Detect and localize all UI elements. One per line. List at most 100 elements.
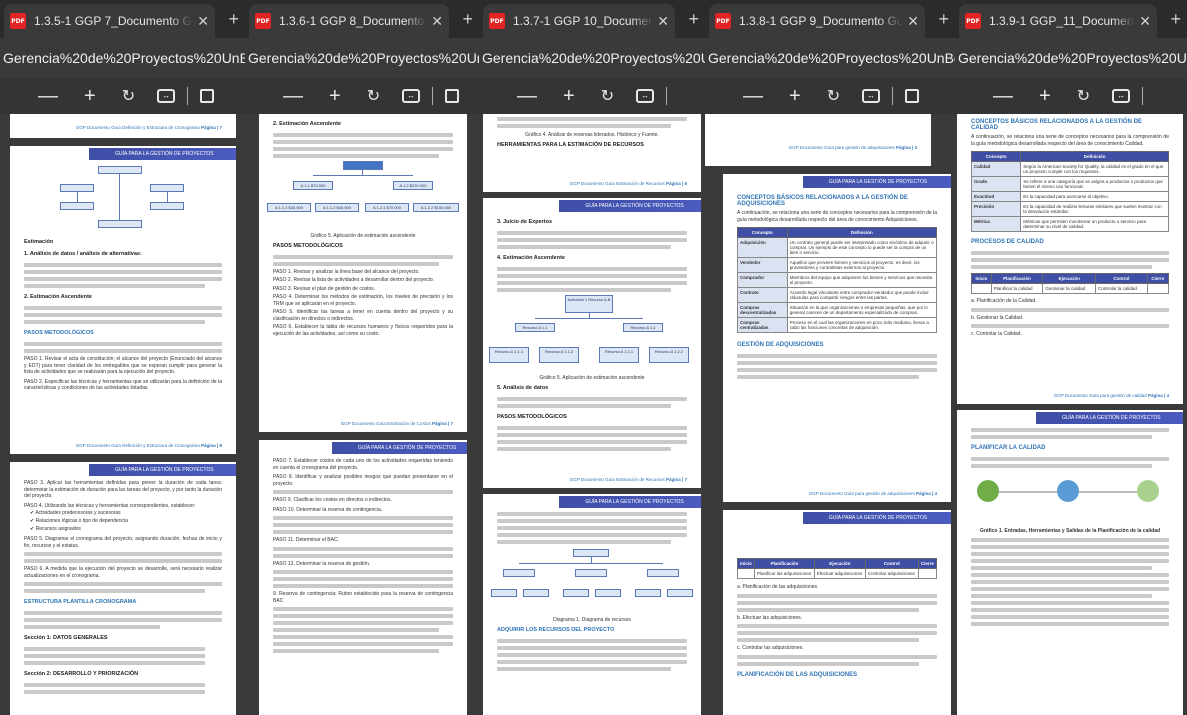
table-row: Exactitud Es la capacidad para acercarse …	[970, 191, 1169, 202]
section-heading: GESTIÓN DE ADQUISICIONES	[737, 342, 824, 348]
tab-title: 1.3.5-1 GGP 7_Documento Guía	[34, 14, 194, 28]
zoom-out-icon[interactable]: —	[283, 85, 303, 108]
pdf-page: 2. Estimación Ascendente A 1.1 $70.000 A…	[259, 114, 467, 432]
zoom-in-icon[interactable]: +	[563, 85, 575, 108]
page-header: GUÍA PARA LA GESTIÓN DE PROYECTOS	[957, 410, 1183, 424]
rotate-icon[interactable]: ↻	[122, 86, 135, 106]
table-row: Adquisición Un contrato general puede ser…	[737, 237, 938, 258]
paragraph: PASO 4. Determinar los métodos de estima…	[273, 294, 453, 307]
tab-documento-guia-10[interactable]: PDF 1.3.7-1 GGP 10_Documento Guía ✕	[483, 4, 675, 38]
pdf-viewer[interactable]: GGP Documento Guía para gestión de adqui…	[705, 114, 955, 715]
zoom-out-icon[interactable]: —	[993, 85, 1013, 108]
zoom-out-icon[interactable]: —	[38, 85, 58, 108]
rotate-icon[interactable]: ↻	[1077, 86, 1090, 106]
table-header-cell: Inicio	[737, 558, 755, 569]
diagram-node	[647, 569, 679, 577]
tab-documento-guia-7[interactable]: PDF 1.3.5-1 GGP 7_Documento Guía ✕	[4, 4, 215, 38]
list-item: a. Planificación de la Calidad.	[971, 298, 1037, 304]
zoom-out-icon[interactable]: —	[517, 85, 537, 108]
list-item: b. Efectuar las adquisiciones.	[737, 614, 803, 621]
list-item: c. Controlar la Calidad.	[971, 331, 1022, 337]
pdf-page: GUÍA PARA LA GESTIÓN DE PROYECTOS Inicio…	[723, 510, 951, 715]
table-header-cell: Concepto	[737, 227, 788, 238]
tab-documento-guia-9[interactable]: PDF 1.3.8-1 GGP 9_Documento Guía ✕	[709, 4, 925, 38]
table-header-cell: Control	[864, 558, 919, 569]
table-header-cell: Cierre	[917, 558, 938, 569]
header-band: GUÍA PARA LA GESTIÓN DE PROYECTOS	[1036, 412, 1183, 424]
table-header-cell: Inicio	[971, 273, 992, 284]
zoom-in-icon[interactable]: +	[84, 85, 96, 108]
header-band: GUÍA PARA LA GESTIÓN DE PROYECTOS	[559, 200, 701, 212]
diagram-node: Recurso A 1.2	[623, 323, 663, 332]
pdf-icon: PDF	[489, 13, 505, 29]
new-tab-icon[interactable]: +	[228, 9, 239, 30]
rotate-icon[interactable]: ↻	[827, 86, 840, 106]
new-tab-icon[interactable]: +	[688, 9, 699, 30]
section-heading: PASOS METODOLÓGICOS	[24, 330, 94, 336]
new-tab-icon[interactable]: +	[938, 9, 949, 30]
table-row: Compras centralizadas Proceso en el cual …	[737, 317, 938, 333]
zoom-in-icon[interactable]: +	[789, 85, 801, 108]
tab-documento-guia-11[interactable]: PDF 1.3.9-1 GGP_11_Documento Guía ✕	[959, 4, 1157, 38]
zoom-in-icon[interactable]: +	[1039, 85, 1051, 108]
diagram-node	[150, 202, 184, 210]
close-icon[interactable]: ✕	[431, 13, 443, 30]
quality-concepts-table: Concepto Definición Calidad Según la Amer…	[970, 151, 1169, 232]
page-footer: GGP Documento Guía Estimación de Costos …	[340, 421, 453, 426]
header-band: GUÍA PARA LA GESTIÓN DE PROYECTOS	[89, 148, 236, 160]
table-row: Grado Se refiere a una categoría que se a…	[970, 176, 1169, 192]
table-row: Planificar las adquisiciones Efectuar ad…	[737, 568, 938, 579]
list-item: ✔ Actividades predecesoras y sucesoras	[30, 510, 121, 516]
new-tab-icon[interactable]: +	[462, 9, 473, 30]
sidebar-toggle-icon[interactable]	[905, 89, 920, 103]
pdf-viewer[interactable]: GGP Documento Guía Definición y Estructu…	[0, 114, 245, 715]
address-bar[interactable]: Gerencia%20de%20Proyectos%20UnBosque	[245, 38, 479, 78]
close-icon[interactable]: ✕	[907, 13, 919, 30]
browser-window-4: PDF 1.3.8-1 GGP 9_Documento Guía ✕ + Ger…	[705, 0, 955, 715]
header-band: GUÍA PARA LA GESTIÓN DE PROYECTOS	[802, 176, 951, 188]
sidebar-toggle-icon[interactable]	[445, 89, 460, 103]
list-item-heading: 2. Estimación Ascendente	[24, 294, 92, 300]
fit-page-icon[interactable]: ↔	[636, 89, 655, 103]
fit-page-icon[interactable]: ↔	[1112, 89, 1131, 103]
new-tab-icon[interactable]: +	[1170, 9, 1181, 30]
close-icon[interactable]: ✕	[1139, 13, 1151, 30]
fit-page-icon[interactable]: ↔	[157, 89, 176, 103]
section-heading: CONCEPTOS BÁSICOS RELACIONADOS A LA GEST…	[971, 119, 1142, 131]
diagram-node: Recurso A 1.2.1	[599, 347, 639, 363]
pdf-page: GUÍA PARA LA GESTIÓN DE PROYECTOS Diagra…	[483, 494, 701, 715]
sidebar-toggle-icon[interactable]	[200, 89, 215, 103]
address-bar[interactable]: Gerencia%20de%20Proyectos%20UnBosque	[479, 38, 705, 78]
table-header-cell: Control	[1095, 273, 1148, 284]
quality-process-table: Inicio Planificación Ejecución Control C…	[971, 273, 1170, 294]
section-heading: Sección 1: DATOS GENERALES	[24, 635, 108, 641]
list-item-heading: 1. Análisis de datos / análisis de alter…	[24, 251, 142, 257]
address-bar[interactable]: Gerencia%20de%20Proyectos%20UnBosque	[955, 38, 1187, 78]
figure-caption: Gráfico 1. Entradas, Herramientas y Sali…	[979, 528, 1161, 534]
fit-page-icon[interactable]: ↔	[402, 89, 421, 103]
tab-bar: PDF 1.3.7-1 GGP 10_Documento Guía ✕ +	[479, 0, 705, 38]
pdf-toolbar: — + ↻ ↔	[479, 78, 705, 114]
toolbar-divider	[892, 87, 894, 105]
paragraph: PASO 6. A medida que la ejecución del pr…	[24, 566, 222, 579]
pdf-viewer[interactable]: Gráfico 4. Análisis de reservas liderado…	[479, 114, 705, 715]
tab-documento-guia-8[interactable]: PDF 1.3.6-1 GGP 8_Documento Guía C ✕	[249, 4, 449, 38]
diagram	[10, 164, 236, 236]
close-icon[interactable]: ✕	[197, 13, 209, 30]
pdf-viewer[interactable]: 2. Estimación Ascendente A 1.1 $70.000 A…	[245, 114, 479, 715]
address-bar[interactable]: Gerencia%20de%20Proyectos%20UnBosque	[705, 38, 955, 78]
rotate-icon[interactable]: ↻	[367, 86, 380, 106]
header-band: GUÍA PARA LA GESTIÓN DE PROYECTOS	[89, 464, 236, 476]
pdf-page: Gráfico 4. Análisis de reservas liderado…	[483, 114, 701, 192]
address-bar[interactable]: Gerencia%20de%20Proyectos%20UnBosque	[0, 38, 245, 78]
diagram-node	[60, 184, 94, 192]
zoom-out-icon[interactable]: —	[743, 85, 763, 108]
diagram-connector	[535, 318, 643, 319]
rotate-icon[interactable]: ↻	[601, 86, 614, 106]
table-row: Vendedor Aquellos que proveen bienes y se…	[737, 257, 938, 273]
fit-page-icon[interactable]: ↔	[862, 89, 881, 103]
toolbar-divider	[1142, 87, 1144, 105]
zoom-in-icon[interactable]: +	[329, 85, 341, 108]
close-icon[interactable]: ✕	[657, 13, 669, 30]
pdf-viewer[interactable]: CONCEPTOS BÁSICOS RELACIONADOS A LA GEST…	[955, 114, 1187, 715]
